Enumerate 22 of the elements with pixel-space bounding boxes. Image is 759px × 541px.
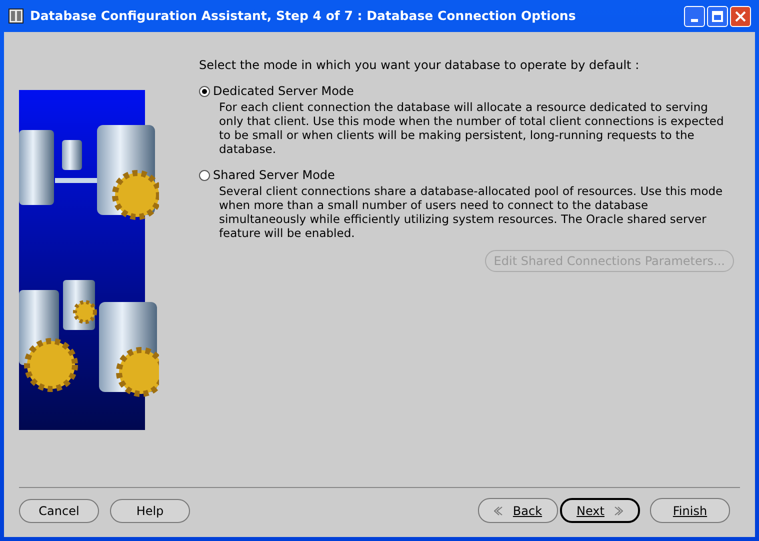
finish-button[interactable]: Finish [650,498,730,523]
mode-description: For each client connection the database will allocate a resource dedicated to serving only that client. Use this mode when the number of total client connections is expected to be small or when clients will be making persistent, long-running requests to the database. [218,100,725,156]
radio-label[interactable]: Dedicated Server Mode [213,82,354,100]
prompt-text: Select the mode in which you want your database to operate by default : [199,57,640,74]
radio-label[interactable]: Shared Server Mode [213,166,335,184]
close-icon [735,10,746,22]
radio-button[interactable] [199,170,210,180]
mode-description: Several client connections share a database-allocated pool of resources. Use this mode when more than a small number of users need to connect to the database simultaneously while efficiently utilizing system resources. The Oracle shared server feature will be enabled. [218,184,724,240]
dialog-button[interactable]: Cancel [19,498,99,522]
close-button[interactable] [730,6,751,26]
minimize-icon [691,18,698,22]
maximize-button[interactable] [707,6,728,26]
radio-button[interactable] [199,86,210,96]
chevron-right-icon [614,506,624,516]
dialog-button[interactable]: Help [110,498,190,522]
maximize-icon [712,10,723,22]
back-button[interactable]: Back [478,498,558,523]
next-button[interactable]: Next [560,498,640,523]
window-title: Database Configuration Assistant, Step 4 of 7 : Database Connection Options [30,6,577,25]
minimize-button[interactable] [684,6,705,26]
chevron-left-icon [494,506,503,516]
app-icon [8,8,24,24]
